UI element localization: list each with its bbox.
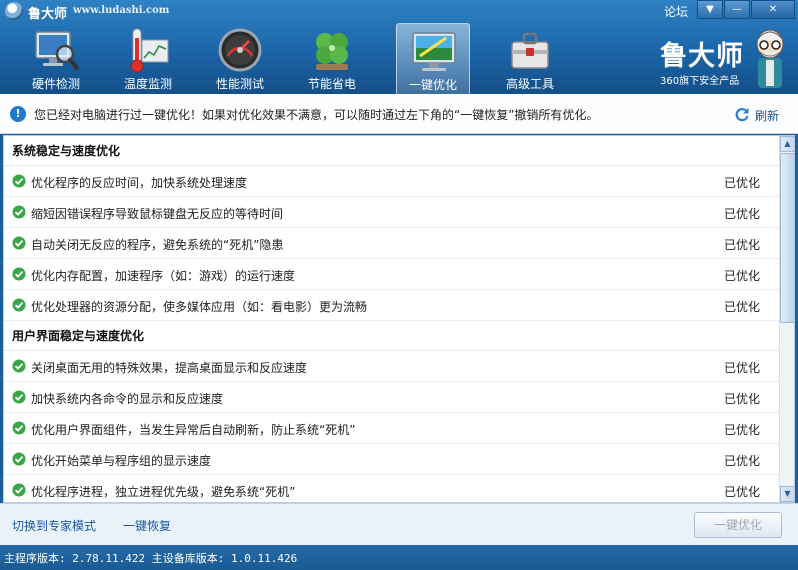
refresh-label: 刷新 [755,109,780,123]
section-title: 系统稳定与速度优化 [4,136,779,166]
mascot-icon [756,29,784,88]
scroll-up-button[interactable]: ▲ [780,136,794,152]
check-circle-icon [12,174,26,188]
info-icon: ! [10,106,26,122]
monitor-optimize-icon [412,32,456,71]
menu-dropdown-button[interactable]: ▼ [697,0,723,19]
nav-label: 高级工具 [505,77,554,91]
list-content: 系统稳定与速度优化 优化程序的反应时间，加快系统处理速度 已优化 缩短因错误程序… [4,136,779,502]
minimize-button[interactable]: — [724,0,750,19]
item-status: 已优化 [724,238,761,252]
check-circle-icon [12,359,26,373]
list-item: 缩短因错误程序导致鼠标键盘无反应的等待时间 已优化 [4,197,779,228]
nav-power-saving[interactable]: 节能省电 [288,22,376,94]
app-title: 鲁大师 [28,7,68,22]
notice-bar: ! 您已经对电脑进行过一键优化！如果对优化效果不满意，可以随时通过左下角的“一键… [0,94,798,134]
check-circle-icon [12,483,26,497]
check-circle-icon [12,205,26,219]
app-url: www.ludashi.com [73,5,170,16]
version-text: 主程序版本: 2.78.11.422 主设备库版本: 1.0.11.426 [4,552,298,565]
thermometer-icon [130,28,169,73]
nav-label: 温度监测 [123,77,172,91]
app-logo-icon [5,2,23,20]
list-item: 优化内存配置，加速程序（如：游戏）的运行速度 已优化 [4,259,779,290]
header: 鲁大师 www.ludashi.com 论坛 ▼ — ✕ 硬件检测 温度监测 性… [0,0,798,95]
brand: 鲁大师 360旗下安全产品 [660,28,796,94]
brand-name: 鲁大师 [660,41,744,72]
status-bar: 主程序版本: 2.78.11.422 主设备库版本: 1.0.11.426 [0,545,798,570]
monitor-magnifier-icon [35,31,79,70]
list-item: 优化用户界面组件，当发生异常后自动刷新，防止系统“死机” 已优化 [4,413,779,444]
item-text: 优化程序进程，独立进程优先级，避免系统“死机” [31,485,296,499]
switch-expert-mode-link[interactable]: 切换到专家模式 [12,517,96,534]
nav-label: 硬件检测 [31,77,80,91]
clover-icon [316,33,348,70]
section-title: 用户界面稳定与速度优化 [4,321,779,351]
nav-label: 一键优化 [408,78,457,92]
item-status: 已优化 [724,392,761,406]
list-item: 优化程序进程，独立进程优先级，避免系统“死机” 已优化 [4,475,779,502]
check-circle-icon [12,267,26,281]
check-circle-icon [12,236,26,250]
footer-bar: 切换到专家模式 一键恢复 一键优化 [0,503,798,545]
nav-hardware-detect[interactable]: 硬件检测 [12,22,100,94]
item-status: 已优化 [724,361,761,375]
nav-one-click-optimize[interactable]: 一键优化 [396,23,470,95]
nav-performance-test[interactable]: 性能测试 [196,22,284,94]
check-circle-icon [12,298,26,312]
nav-temperature-monitor[interactable]: 温度监测 [104,22,192,94]
check-circle-icon [12,452,26,466]
forum-link[interactable]: 论坛 [664,3,688,20]
nav-label: 性能测试 [215,77,264,91]
check-circle-icon [12,390,26,404]
one-click-restore-link[interactable]: 一键恢复 [123,517,171,534]
list-item: 优化处理器的资源分配，使多媒体应用（如：看电影）更为流畅 已优化 [4,290,779,321]
list-item: 优化开始菜单与程序组的显示速度 已优化 [4,444,779,475]
scroll-thumb[interactable] [780,153,794,323]
nav-label: 节能省电 [307,77,356,91]
item-status: 已优化 [724,454,761,468]
nav-advanced-tools[interactable]: 高级工具 [486,22,574,94]
item-status: 已优化 [724,485,761,499]
item-text: 自动关闭无反应的程序，避免系统的“死机”隐患 [31,238,284,252]
item-text: 优化开始菜单与程序组的显示速度 [31,454,212,468]
item-status: 已优化 [724,423,761,437]
item-text: 优化程序的反应时间，加快系统处理速度 [31,176,248,190]
item-status: 已优化 [724,300,761,314]
toolbox-icon [511,32,549,69]
item-status: 已优化 [724,207,761,221]
notice-text: 您已经对电脑进行过一键优化！如果对优化效果不满意，可以随时通过左下角的“一键恢复… [34,108,599,122]
vertical-scrollbar[interactable]: ▲ ▼ [779,136,794,502]
list-item: 关闭桌面无用的特殊效果，提高桌面显示和反应速度 已优化 [4,351,779,382]
item-text: 优化用户界面组件，当发生异常后自动刷新，防止系统“死机” [31,423,356,437]
scroll-down-button[interactable]: ▼ [780,486,794,502]
item-status: 已优化 [724,269,761,283]
close-button[interactable]: ✕ [751,0,795,19]
title-bar: 鲁大师 www.ludashi.com 论坛 ▼ — ✕ [0,0,798,22]
item-text: 优化处理器的资源分配，使多媒体应用（如：看电影）更为流畅 [31,300,368,314]
item-text: 加快系统内各命令的显示和反应速度 [31,392,224,406]
list-item: 自动关闭无反应的程序，避免系统的“死机”隐患 已优化 [4,228,779,259]
list-item: 加快系统内各命令的显示和反应速度 已优化 [4,382,779,413]
item-text: 优化内存配置，加速程序（如：游戏）的运行速度 [31,269,296,283]
brand-subtitle: 360旗下安全产品 [660,76,740,87]
item-text: 缩短因错误程序导致鼠标键盘无反应的等待时间 [31,207,284,221]
check-circle-icon [12,421,26,435]
item-text: 关闭桌面无用的特殊效果，提高桌面显示和反应速度 [31,361,308,375]
speedometer-icon [218,28,262,72]
item-status: 已优化 [724,176,761,190]
optimization-list: 系统稳定与速度优化 优化程序的反应时间，加快系统处理速度 已优化 缩短因错误程序… [3,135,795,503]
one-click-optimize-button[interactable]: 一键优化 [694,512,782,538]
refresh-icon [735,108,749,122]
list-item: 优化程序的反应时间，加快系统处理速度 已优化 [4,166,779,197]
